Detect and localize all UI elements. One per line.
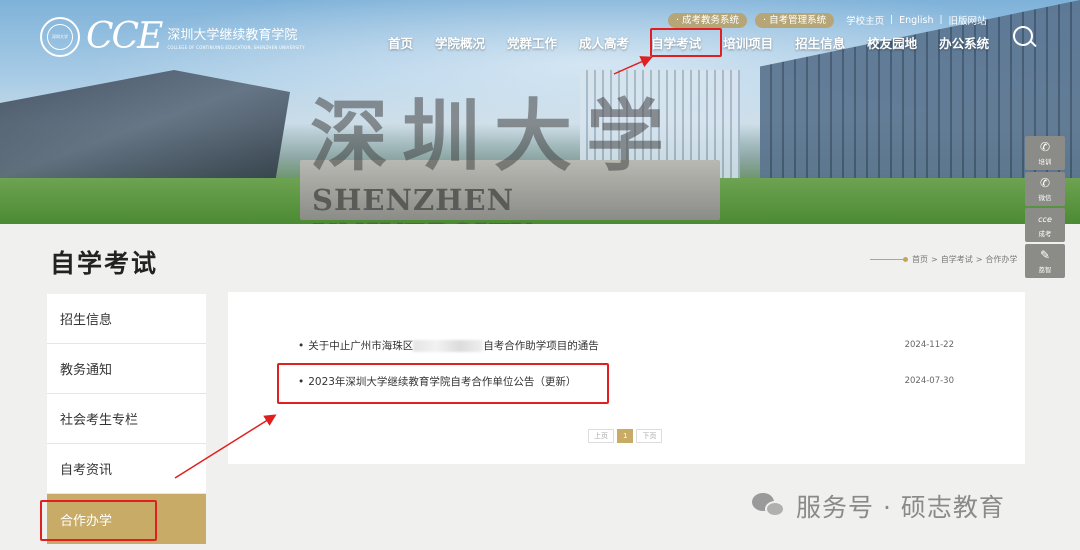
nav-training[interactable]: 培训项目	[723, 36, 773, 56]
tool-lizhi[interactable]: ✎ 荔智	[1025, 244, 1065, 278]
wechat-icon: ✆	[1039, 175, 1051, 190]
news-date: 2024-07-30	[904, 376, 954, 386]
nav-home[interactable]: 首页	[388, 36, 413, 56]
news-title-prefix: 关于中止广州市海珠区	[308, 339, 414, 352]
cce-icon: cce	[1038, 214, 1052, 224]
page-title: 自学考试	[50, 249, 159, 278]
watermark: 服务号 · 硕志教育	[752, 488, 1005, 524]
nav-admissions[interactable]: 招生信息	[795, 36, 845, 56]
zikao-system-link[interactable]: · 自考管理系统	[755, 12, 835, 28]
tool-label: 培训	[1038, 157, 1052, 166]
prev-page-button[interactable]: 上页	[588, 429, 614, 443]
side-toolbar: ✆ 培训 ✆ 微信 cce 成考 ✎ 荔智	[1025, 136, 1065, 280]
seal-inner: 深圳大学	[47, 24, 73, 50]
old-site-link[interactable]: 旧版网站	[949, 13, 987, 27]
news-date: 2024-11-22	[904, 340, 954, 350]
highlight-box-sidebar	[40, 500, 157, 541]
breadcrumb-home[interactable]: 首页	[912, 254, 928, 265]
sidebar-item-admissions[interactable]: 招生信息	[47, 294, 206, 344]
english-link[interactable]: English	[899, 15, 933, 26]
highlight-box-nav	[650, 28, 722, 57]
breadcrumb-separator: >	[975, 255, 983, 264]
logo-name-en: COLLEGE OF CONTINUING EDUCATION, SHENZHE…	[167, 45, 305, 50]
logo-cce-mark: CCE	[86, 16, 163, 57]
top-links: · 成考教务系统 · 自考管理系统 学校主页 | English | 旧版网站	[668, 12, 987, 28]
next-page-button[interactable]: 下页	[636, 429, 663, 443]
bird-icon: ✎	[1039, 247, 1051, 262]
watermark-text: 服务号 · 硕志教育	[796, 493, 1005, 522]
nav-party[interactable]: 党群工作	[507, 36, 557, 56]
sidebar-item-news[interactable]: 自考资讯	[47, 444, 206, 494]
page-number-current[interactable]: 1	[617, 429, 634, 443]
news-title-suffix: 自考合作助学项目的通告	[483, 339, 599, 352]
bullet: •	[298, 339, 305, 352]
banner-university-name: SHENZHEN UNIVERSITY	[312, 183, 532, 224]
top-link-separator: |	[939, 15, 943, 25]
tool-chengkao[interactable]: cce 成考	[1025, 208, 1065, 242]
breadcrumb-self-study[interactable]: 自学考试	[941, 254, 973, 265]
list-item: • 关于中止广州市海珠区 自考合作助学项目的通告 2024-11-22	[298, 336, 954, 354]
pagination: 上页 1 下页	[588, 429, 665, 443]
breadcrumb-current[interactable]: 合作办学	[985, 254, 1017, 265]
university-seal-icon: 深圳大学	[40, 17, 80, 57]
wechat-icon	[752, 491, 786, 521]
nav-adult-exam[interactable]: 成人高考	[579, 36, 629, 56]
tool-training-wechat[interactable]: ✆ 培训	[1025, 136, 1065, 170]
sidebar-item-social-candidates[interactable]: 社会考生专栏	[47, 394, 206, 444]
highlight-box-news	[277, 363, 609, 404]
seal-text: 深圳大学	[52, 34, 68, 39]
breadcrumb: 首页 > 自学考试 > 合作办学	[870, 254, 1017, 265]
breadcrumb-decor-line	[870, 257, 908, 262]
banner-calligraphy: 深圳大学	[310, 91, 679, 182]
tool-label: 荔智	[1038, 265, 1052, 274]
tool-label: 成考	[1038, 229, 1052, 238]
nav-alumni[interactable]: 校友园地	[867, 36, 917, 56]
news-title-link[interactable]: • 关于中止广州市海珠区 自考合作助学项目的通告	[298, 338, 599, 353]
wechat-icon: ✆	[1039, 139, 1051, 154]
logo-name-cn: 深圳大学继续教育学院	[167, 28, 298, 43]
breadcrumb-separator: >	[931, 255, 938, 264]
nav-about[interactable]: 学院概况	[435, 36, 485, 56]
site-logo[interactable]: 深圳大学 CCE 深圳大学继续教育学院 COLLEGE OF CONTINUIN…	[40, 15, 305, 59]
logo-text: 深圳大学继续教育学院 COLLEGE OF CONTINUING EDUCATI…	[167, 24, 304, 50]
tool-label: 微信	[1038, 193, 1052, 202]
sidebar-item-academic-notices[interactable]: 教务通知	[47, 344, 206, 394]
bubble-small	[765, 501, 785, 517]
chengkao-system-link[interactable]: · 成考教务系统	[668, 12, 748, 28]
top-link-separator: |	[890, 15, 894, 25]
redacted-text	[413, 339, 484, 352]
tool-wechat[interactable]: ✆ 微信	[1025, 172, 1065, 206]
search-icon[interactable]	[1013, 26, 1033, 46]
school-home-link[interactable]: 学校主页	[846, 13, 884, 27]
nav-office-system[interactable]: 办公系统	[939, 36, 989, 56]
